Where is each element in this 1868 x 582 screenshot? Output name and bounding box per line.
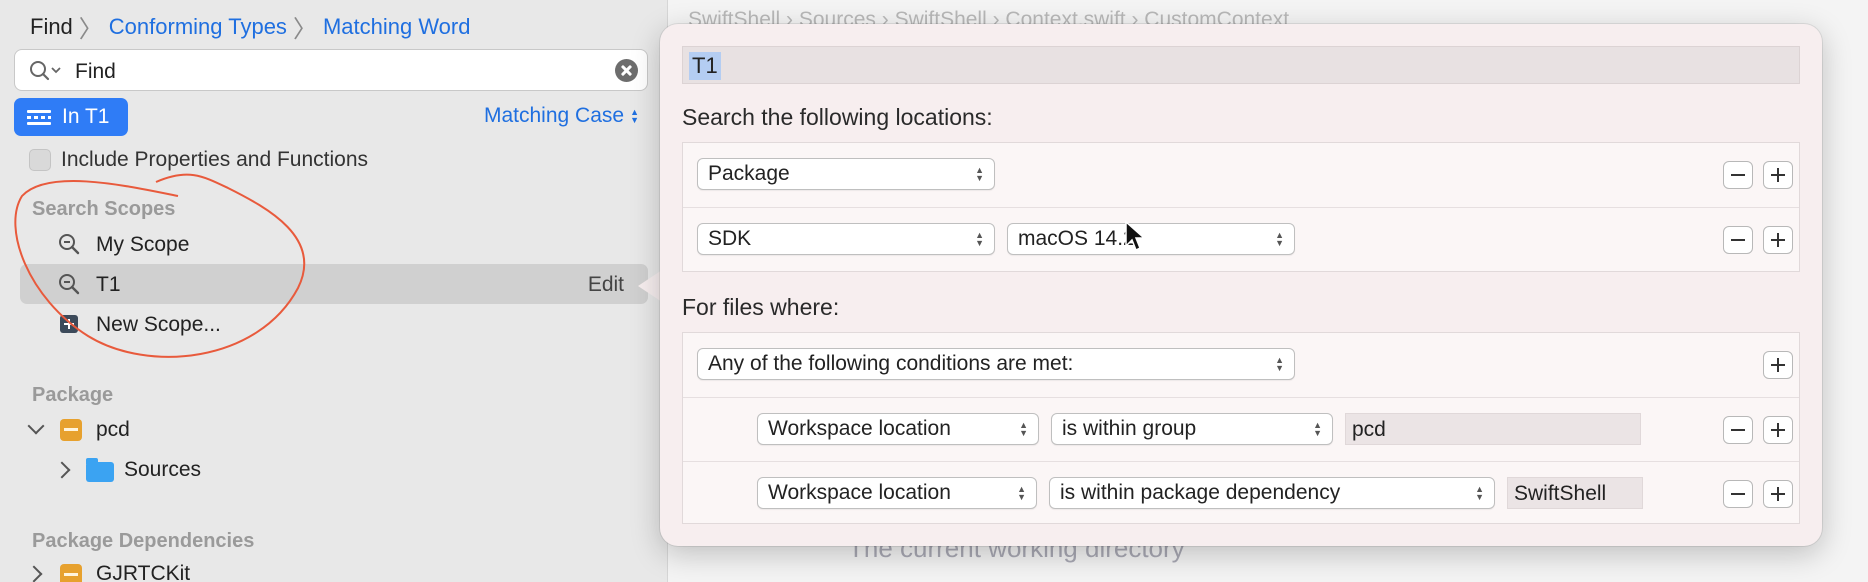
dependency-name: GJRTCKit (96, 562, 191, 582)
breadcrumb-root[interactable]: Find (30, 14, 73, 40)
breadcrumb-conforming-types[interactable]: Conforming Types (109, 14, 287, 40)
scope-name-field[interactable]: T1 (682, 46, 1800, 84)
condition-field-popup[interactable]: Workspace location ▲ ▼ (757, 477, 1037, 509)
conditions-list: Any of the following conditions are met:… (682, 332, 1800, 524)
location-type-value: Package (708, 162, 790, 185)
find-navigator: Find 〉 Conforming Types 〉 Matching Word … (0, 0, 668, 582)
updown-chevron-icon: ▲ ▼ (1275, 355, 1284, 373)
add-location-button[interactable] (1763, 226, 1793, 254)
sdk-version-popup[interactable]: macOS 14.2 ▲ ▼ (1007, 223, 1295, 255)
location-row: Package ▲ ▼ (683, 143, 1799, 207)
folder-name: Sources (124, 458, 202, 481)
remove-condition-button[interactable] (1723, 480, 1753, 508)
scope-editor-popover: T1 Search the following locations: Packa… (660, 24, 1822, 546)
location-type-value: SDK (708, 227, 752, 250)
condition-value-field[interactable]: SwiftShell (1507, 477, 1643, 509)
add-location-button[interactable] (1763, 161, 1793, 189)
package-icon (60, 564, 82, 582)
match-mode-value: Any of the following conditions are met: (708, 352, 1074, 375)
package-dependencies-header: Package Dependencies (32, 530, 255, 552)
match-mode-popup[interactable]: Any of the following conditions are met:… (697, 348, 1295, 380)
location-row: SDK ▲ ▼ macOS 14.2 ▲ ▼ (683, 207, 1799, 271)
updown-chevron-icon: ▲ ▼ (630, 107, 639, 125)
condition-value-text: pcd (1352, 418, 1386, 441)
edit-scope-button[interactable]: Edit (588, 273, 624, 297)
scope-name-value[interactable]: T1 (689, 52, 721, 80)
clear-search-icon[interactable] (615, 59, 638, 82)
condition-field-value: Workspace location (768, 417, 951, 440)
updown-chevron-icon: ▲ ▼ (975, 230, 984, 248)
breadcrumb-separator: 〉 (78, 16, 103, 43)
breadcrumb: Find 〉 Conforming Types 〉 Matching Word (30, 9, 470, 44)
disclosure-open-icon[interactable] (27, 417, 45, 435)
updown-chevron-icon: ▲ ▼ (1019, 420, 1028, 438)
updown-chevron-icon: ▲ ▼ (975, 165, 984, 183)
sdk-version-value: macOS 14.2 (1018, 227, 1135, 250)
condition-operator-value: is within group (1062, 417, 1197, 440)
folder-icon (86, 458, 114, 482)
location-type-popup[interactable]: Package ▲ ▼ (697, 158, 995, 190)
hand-drawn-circle-annotation (14, 173, 306, 358)
package-row-pcd[interactable]: pcd (26, 417, 326, 442)
condition-field-value: Workspace location (768, 481, 951, 504)
files-where-header: For files where: (682, 294, 840, 320)
mouse-pointer-icon (1125, 220, 1146, 252)
disclosure-closed-icon[interactable] (25, 565, 43, 582)
add-condition-button[interactable] (1763, 416, 1793, 444)
remove-location-button[interactable] (1723, 226, 1753, 254)
locations-list: Package ▲ ▼ SDK ▲ ▼ macOS 14.2 ▲ ▼ (682, 142, 1800, 272)
add-condition-button[interactable] (1763, 351, 1793, 379)
matching-case-popup[interactable]: Matching Case ▲ ▼ (484, 104, 639, 128)
condition-value-field[interactable]: pcd (1345, 413, 1641, 445)
condition-operator-popup[interactable]: is within group ▲ ▼ (1051, 413, 1333, 445)
condition-operator-value: is within package dependency (1060, 481, 1341, 504)
remove-location-button[interactable] (1723, 161, 1753, 189)
search-input[interactable]: Find (75, 60, 116, 84)
condition-field-popup[interactable]: Workspace location ▲ ▼ (757, 413, 1039, 445)
search-icon[interactable] (29, 60, 63, 82)
package-icon (60, 419, 82, 441)
package-name: pcd (96, 418, 130, 441)
disclosure-closed-icon[interactable] (53, 461, 71, 479)
scope-icon (27, 110, 51, 125)
scope-pill-label: In T1 (62, 105, 110, 128)
add-condition-button[interactable] (1763, 480, 1793, 508)
updown-chevron-icon: ▲ ▼ (1313, 420, 1322, 438)
dependency-row[interactable]: GJRTCKit (25, 562, 326, 582)
folder-row-sources[interactable]: Sources (53, 458, 354, 482)
condition-row: Workspace location ▲ ▼ is within package … (683, 461, 1799, 525)
popover-arrow (638, 270, 662, 302)
condition-row: Workspace location ▲ ▼ is within group ▲ ▼… (683, 397, 1799, 461)
location-type-popup[interactable]: SDK ▲ ▼ (697, 223, 995, 255)
search-field[interactable]: Find (14, 49, 648, 91)
match-mode-row: Any of the following conditions are met:… (683, 333, 1799, 397)
breadcrumb-matching-word[interactable]: Matching Word (323, 14, 471, 40)
search-scope-button[interactable]: In T1 (14, 98, 128, 136)
breadcrumb-separator: 〉 (292, 16, 317, 43)
remove-condition-button[interactable] (1723, 416, 1753, 444)
updown-chevron-icon: ▲ ▼ (1475, 484, 1484, 502)
updown-chevron-icon: ▲ ▼ (1275, 230, 1284, 248)
matching-case-label: Matching Case (484, 104, 625, 127)
updown-chevron-icon: ▲ ▼ (1017, 484, 1026, 502)
package-header: Package (32, 384, 114, 406)
condition-operator-popup[interactable]: is within package dependency ▲ ▼ (1049, 477, 1495, 509)
condition-value-text: SwiftShell (1514, 482, 1607, 505)
locations-header: Search the following locations: (682, 104, 993, 130)
